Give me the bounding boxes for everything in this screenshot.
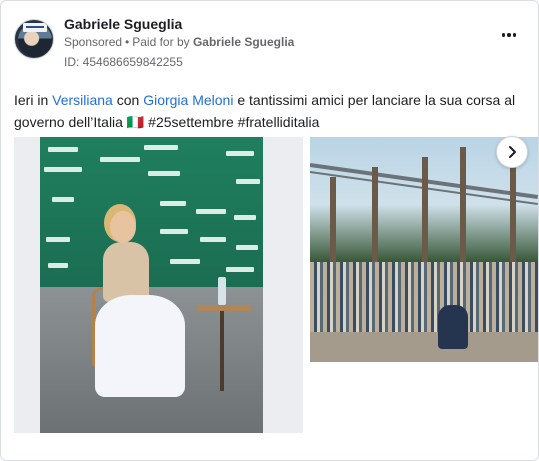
pine-trunk (330, 177, 336, 267)
ground (310, 332, 538, 362)
photo-woman-seated (40, 137, 263, 433)
paid-for-prefix: Paid for by (132, 35, 190, 49)
sponsored-label: Sponsored (64, 35, 123, 49)
post-text: Ieri in Versiliana con Giorgia Meloni e … (14, 89, 527, 133)
audience-crowd (310, 262, 538, 337)
sponsored-line: Sponsored • Paid for by Gabriele Sgueglia (64, 35, 294, 49)
ad-id: ID: 454686659842255 (64, 55, 183, 69)
more-options-button[interactable] (497, 26, 521, 44)
white-skirt (95, 295, 185, 397)
post-text-part: Ieri in (14, 92, 53, 108)
paid-for-name: Gabriele Sgueglia (192, 35, 295, 49)
ad-card: Gabriele Sgueglia Sponsored • Paid for by … (0, 0, 539, 461)
more-horizontal-icon (501, 33, 517, 37)
link-giorgia-meloni[interactable]: Giorgia Meloni (143, 92, 233, 108)
pine-trunk (372, 167, 378, 267)
water-bottle (218, 277, 226, 305)
post-header: Gabriele Sgueglia Sponsored • Paid for by … (14, 14, 525, 70)
carousel-next-button[interactable] (496, 136, 528, 168)
page-avatar[interactable] (14, 19, 54, 59)
photo-audience (310, 137, 538, 362)
pine-trunk (510, 167, 516, 267)
pine-trunk (460, 147, 466, 267)
sponsor-backdrop (40, 137, 263, 287)
carousel-card-1[interactable] (14, 137, 303, 433)
person-torso (103, 242, 149, 302)
separator-dot: • (125, 35, 130, 49)
carousel-card-2[interactable] (310, 137, 538, 362)
side-table (196, 305, 252, 311)
post-text-part: con (112, 92, 144, 108)
page-name[interactable]: Gabriele Sgueglia (64, 16, 182, 32)
pine-trunk (422, 157, 428, 267)
avatar-banner (23, 23, 47, 32)
link-versiliana[interactable]: Versiliana (52, 92, 113, 108)
side-table-leg (220, 311, 224, 391)
chevron-right-icon (509, 146, 516, 158)
speaker-figure (438, 305, 468, 349)
image-carousel (14, 137, 538, 433)
person-head (110, 211, 136, 243)
